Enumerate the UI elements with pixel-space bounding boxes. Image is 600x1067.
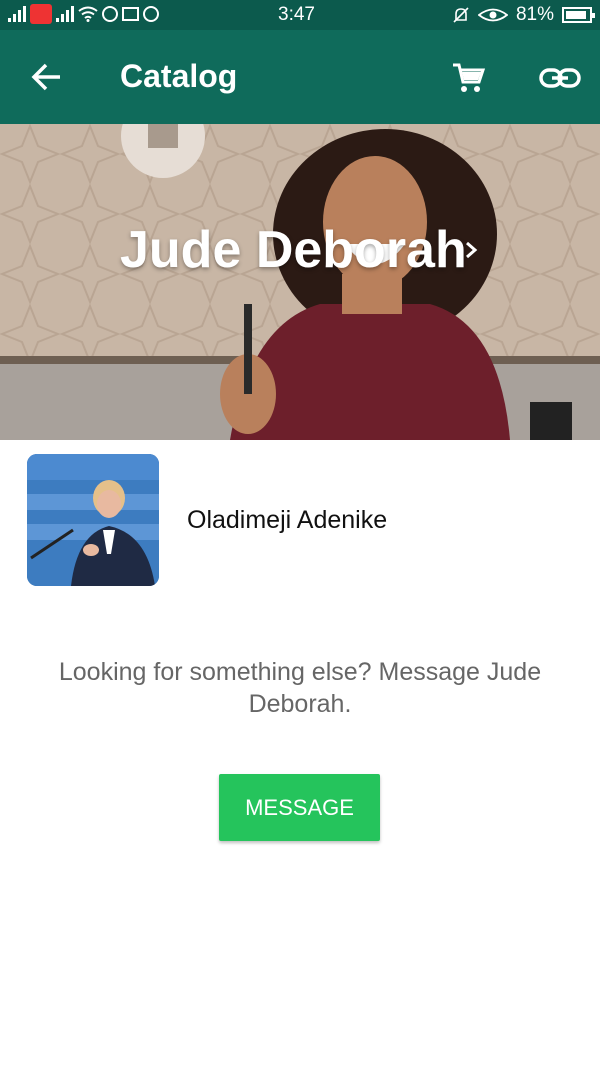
cart-icon[interactable]	[450, 60, 486, 96]
status-icons-right: 81%	[452, 4, 595, 26]
chrome-icon	[143, 6, 159, 22]
battery-percent: 81%	[515, 4, 554, 25]
cover-photo-image	[0, 124, 600, 440]
message-prompt: Looking for something else? Message Jude…	[58, 658, 542, 718]
chevron-right-icon	[466, 241, 478, 259]
business-name[interactable]: Jude Deborah	[120, 220, 467, 280]
back-arrow-icon[interactable]	[30, 60, 64, 94]
product-name[interactable]: Oladimeji Adenike	[187, 506, 387, 535]
signal-icon-2	[56, 6, 74, 22]
mute-bell-icon	[453, 7, 469, 23]
cover-photo[interactable]: Jude Deborah	[0, 124, 600, 440]
app-bar: Catalog	[0, 30, 600, 124]
app-notification-icon	[30, 4, 52, 24]
status-bar: 3:47 81%	[0, 0, 600, 30]
wifi-icon	[78, 6, 98, 22]
product-thumbnail[interactable]	[27, 454, 159, 586]
eye-icon	[477, 8, 508, 22]
mail-icon	[122, 7, 139, 21]
battery-icon	[562, 7, 595, 23]
product-image	[27, 454, 159, 586]
signal-icon	[8, 6, 26, 22]
status-icons-left	[8, 4, 159, 24]
status-time: 3:47	[278, 4, 315, 25]
link-icon[interactable]	[538, 60, 582, 96]
message-button[interactable]: MESSAGE	[219, 774, 380, 841]
facebook-icon	[102, 6, 118, 22]
page-title: Catalog	[120, 58, 238, 94]
